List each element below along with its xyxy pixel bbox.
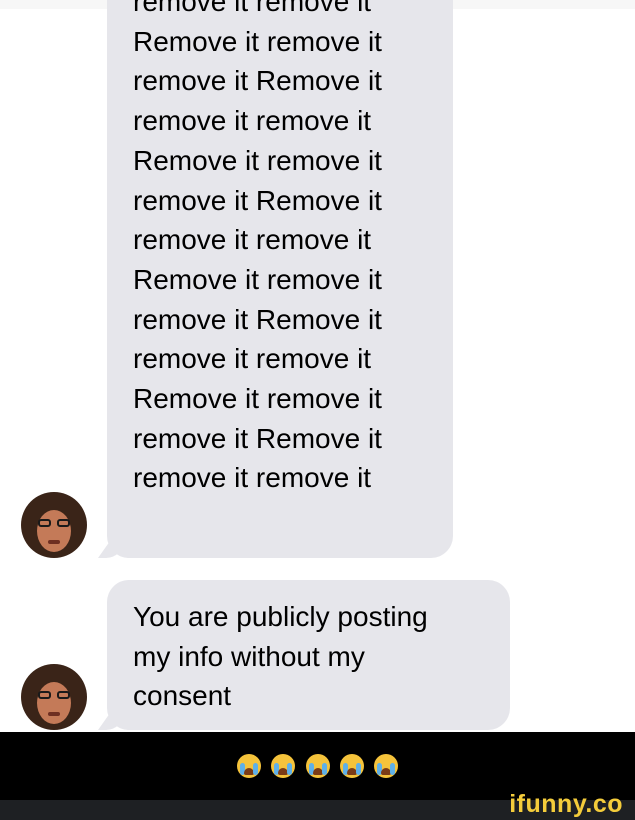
loudly-crying-face-icon: [271, 754, 296, 779]
glasses-icon: [38, 519, 70, 528]
emoji-row: [0, 752, 635, 779]
loudly-crying-face-icon: [339, 754, 364, 779]
message-bubble-2[interactable]: You are publicly posting my info without…: [107, 580, 510, 730]
message-text-1: remove it remove it Remove it remove it …: [133, 0, 382, 494]
loudly-crying-face-icon: [237, 754, 262, 779]
loudly-crying-face-icon: [373, 754, 398, 779]
message-text-2: You are publicly posting my info without…: [133, 601, 428, 712]
message-bubble-1[interactable]: remove it remove it Remove it remove it …: [107, 0, 453, 558]
ifunny-watermark: ifunny.co: [509, 790, 623, 818]
glasses-icon: [38, 691, 70, 700]
avatar[interactable]: [21, 492, 87, 558]
loudly-crying-face-icon: [305, 754, 330, 779]
avatar[interactable]: [21, 664, 87, 730]
